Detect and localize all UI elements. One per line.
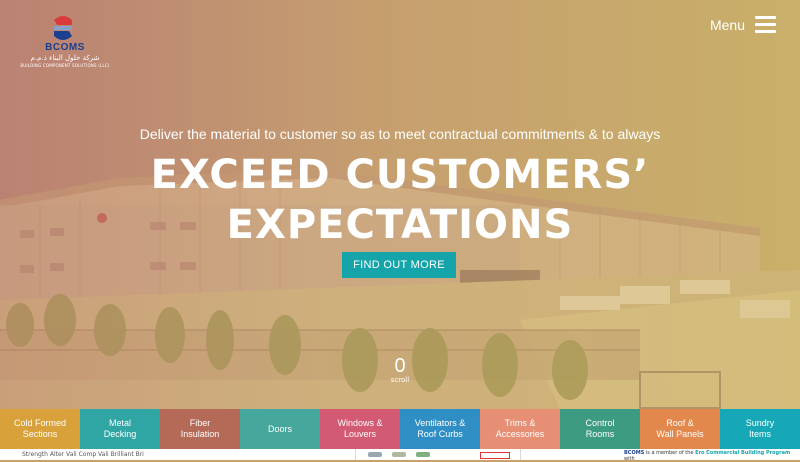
footer-program-link[interactable]: Ero Commercial Building Program: [695, 450, 790, 456]
category-metal-decking[interactable]: Metal Decking: [80, 409, 160, 449]
partner-logos: [368, 452, 430, 457]
partner-logo-icon: [392, 452, 406, 457]
scroll-label: scroll: [390, 376, 410, 384]
logo-mark-icon: [54, 16, 72, 40]
footer-strip: Strength Alter Vali Comp Vali Brilliant …: [0, 449, 800, 462]
partner-logo-icon: [368, 452, 382, 457]
footer-divider: [520, 449, 521, 460]
partner-logo-icon: [416, 452, 430, 457]
category-windows-louvers[interactable]: Windows & Louvers: [320, 409, 400, 449]
footer-left-text: Strength Alter Vali Comp Vali Brilliant …: [22, 451, 144, 458]
find-out-more-button[interactable]: FIND OUT MORE: [342, 252, 456, 278]
category-trims-accessories[interactable]: Trims & Accessories: [480, 409, 560, 449]
hamburger-icon: [755, 16, 776, 33]
category-roof-wall-panels[interactable]: Roof & Wall Panels: [640, 409, 720, 449]
footer-divider: [355, 449, 356, 460]
footer-suffix-text: with: [624, 456, 635, 462]
category-bar: Cold Formed Sections Metal Decking Fiber…: [0, 409, 800, 449]
menu-label: Menu: [709, 16, 745, 33]
category-ventilators-roof-curbs[interactable]: Ventilators & Roof Curbs: [400, 409, 480, 449]
category-sundry-items[interactable]: Sundry Items: [720, 409, 800, 449]
hero-tagline: Deliver the material to customer so as t…: [139, 126, 661, 142]
partner-badge-icon: [480, 452, 510, 459]
category-cold-formed-sections[interactable]: Cold Formed Sections: [0, 409, 80, 449]
footer-member-text: BCOMS is a member of the Ero Commercial …: [624, 450, 800, 462]
category-fiber-insulation[interactable]: Fiber Insulation: [160, 409, 240, 449]
logo-brand-text: BCOMS: [45, 42, 85, 53]
category-control-rooms[interactable]: Control Rooms: [560, 409, 640, 449]
scroll-indicator[interactable]: 0 scroll: [385, 356, 415, 384]
menu-button[interactable]: Menu: [710, 16, 776, 33]
hero-headline: EXCEED CUSTOMERS’ EXPECTATIONS: [0, 150, 800, 250]
logo-arabic-text: شركة حلول البناء ذ.م.م: [30, 54, 100, 62]
scroll-number: 0: [394, 355, 406, 377]
headline-line-2: EXPECTATIONS: [226, 202, 574, 248]
company-logo[interactable]: BCOMS شركة حلول البناء ذ.م.م BUILDING CO…: [20, 14, 110, 70]
footer-mid-text: is a member of the: [644, 450, 696, 456]
category-doors[interactable]: Doors: [240, 409, 320, 449]
hero-banner: BCOMS شركة حلول البناء ذ.م.م BUILDING CO…: [0, 0, 800, 409]
logo-subtitle: BUILDING COMPONENT SOLUTIONS (LLC): [20, 63, 110, 68]
headline-line-1: EXCEED CUSTOMERS’: [150, 152, 650, 198]
